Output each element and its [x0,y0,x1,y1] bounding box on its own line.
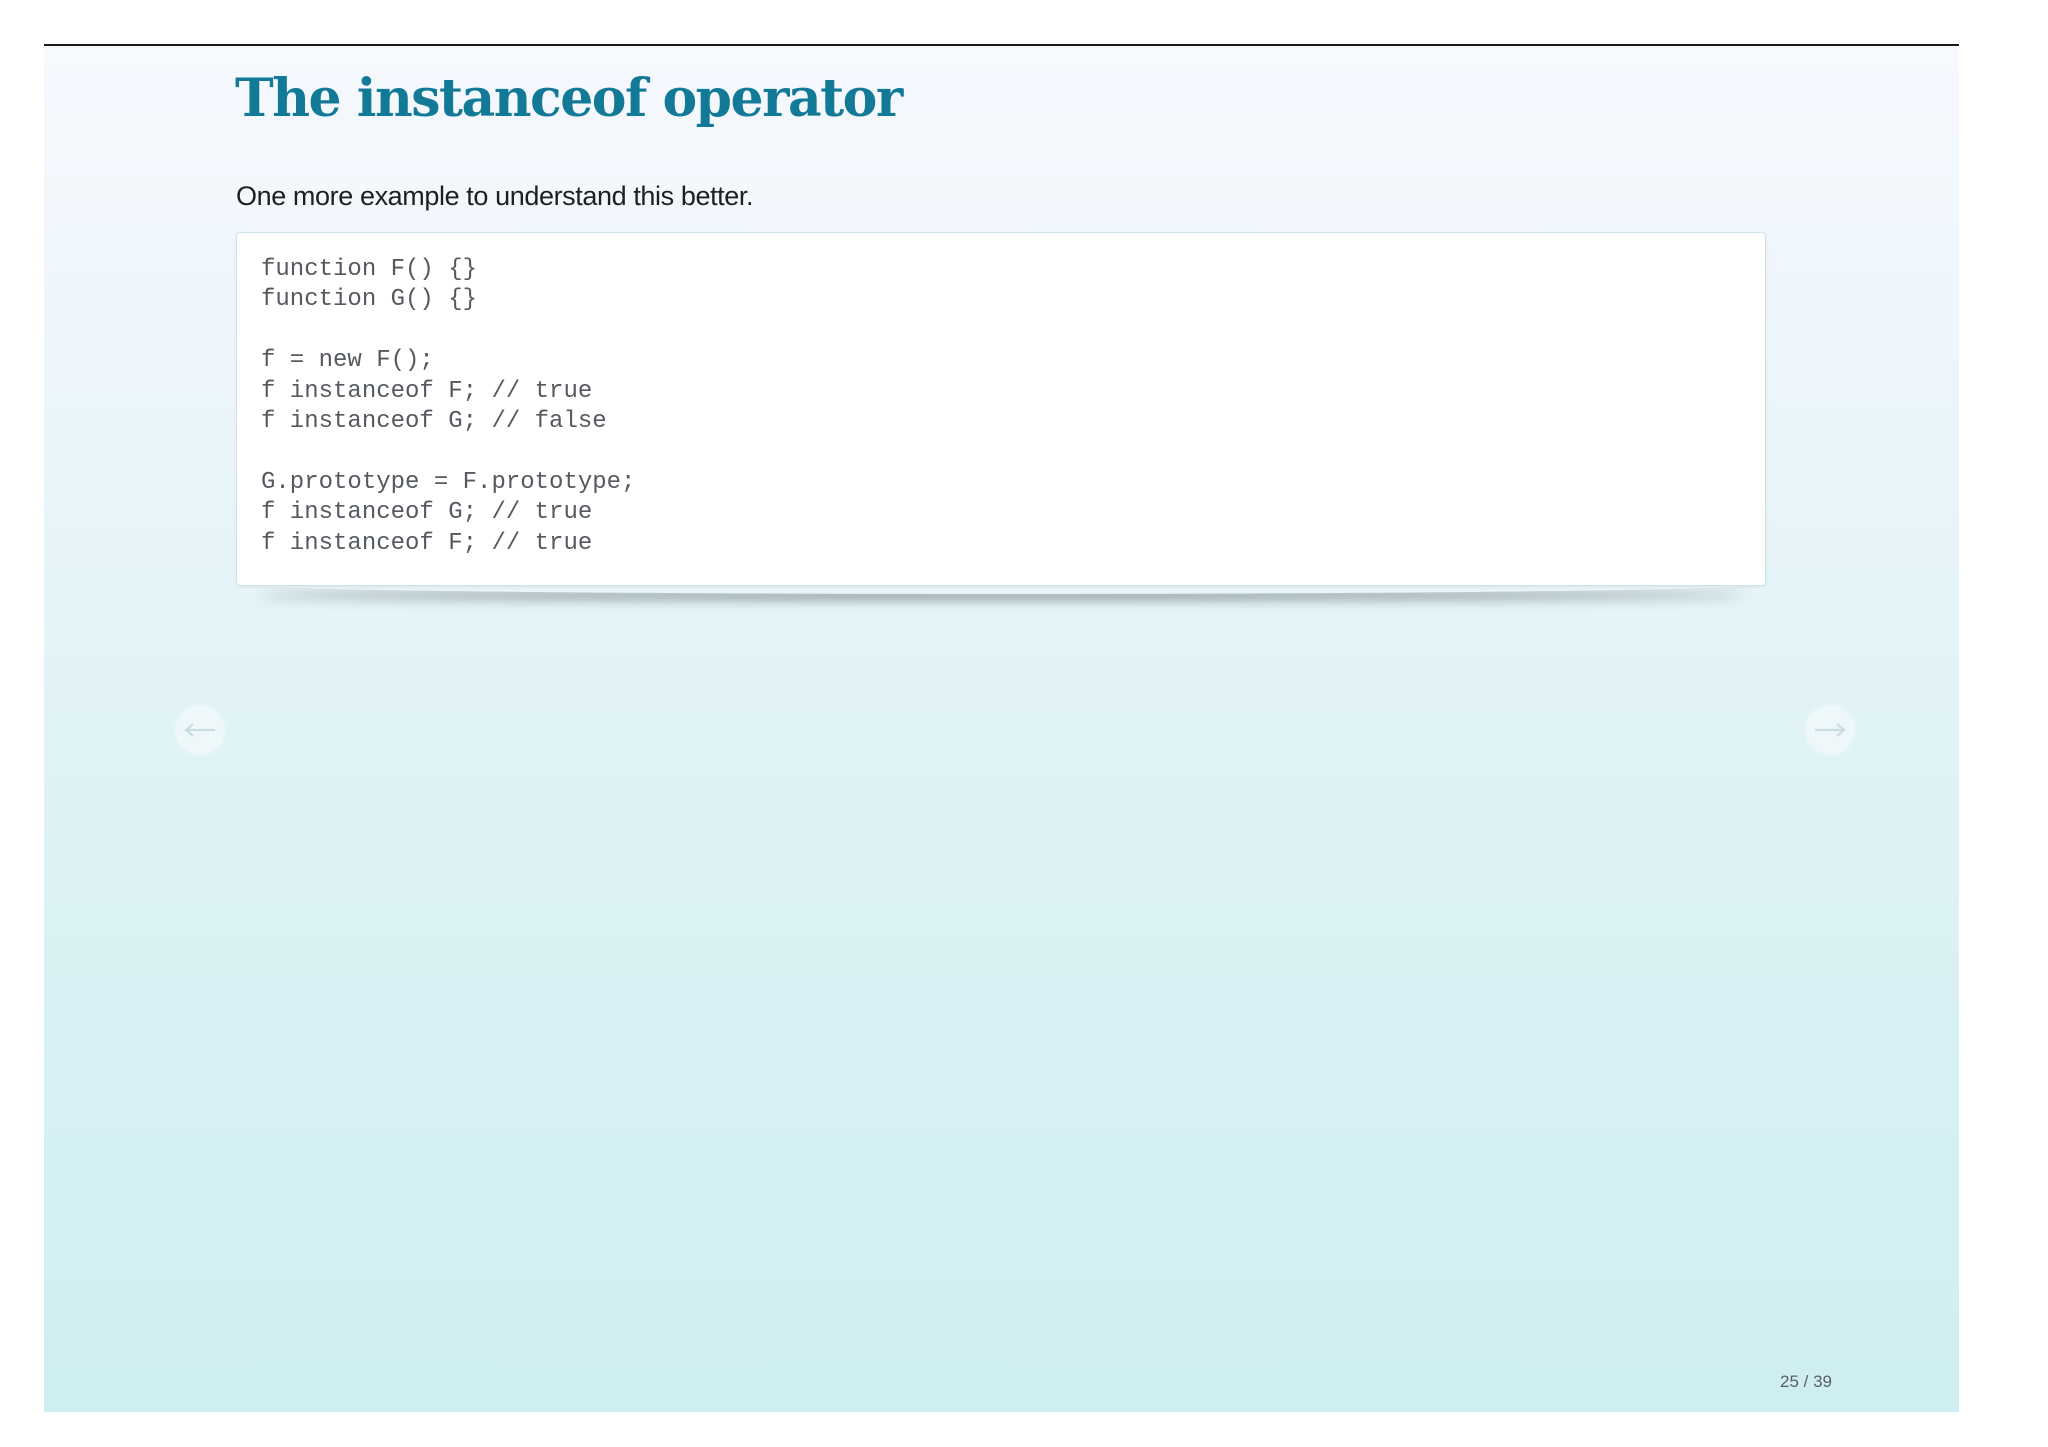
code-line: f instanceof F; // true [261,529,593,557]
code-line: f = new F(); [261,347,434,375]
code-line: function G() {} [261,286,478,314]
code-line: f instanceof G; // true [261,499,593,527]
code-line: function F() {} [261,256,478,283]
prev-slide-button[interactable] [176,706,224,754]
page-counter: 25 / 39 [1780,1372,1832,1391]
code-line: G.prototype = F.prototype; [261,468,636,496]
next-slide-button[interactable] [1806,706,1854,754]
code-line: f instanceof F; // true [261,377,593,405]
slide: The instanceof operator One more example… [44,44,1959,1412]
code-line: f instanceof G; // false [261,408,607,436]
code-block: function F() {} function G() {} f = new F(… [236,232,1766,586]
slide-subtitle: One more example to understand this bett… [236,181,754,211]
arrow-right-icon [1815,723,1846,737]
code-lines: function F() {} function G() {} f = new F(… [261,255,1741,559]
slide-title: The instanceof operator [235,68,903,129]
arrow-left-icon [184,723,215,737]
